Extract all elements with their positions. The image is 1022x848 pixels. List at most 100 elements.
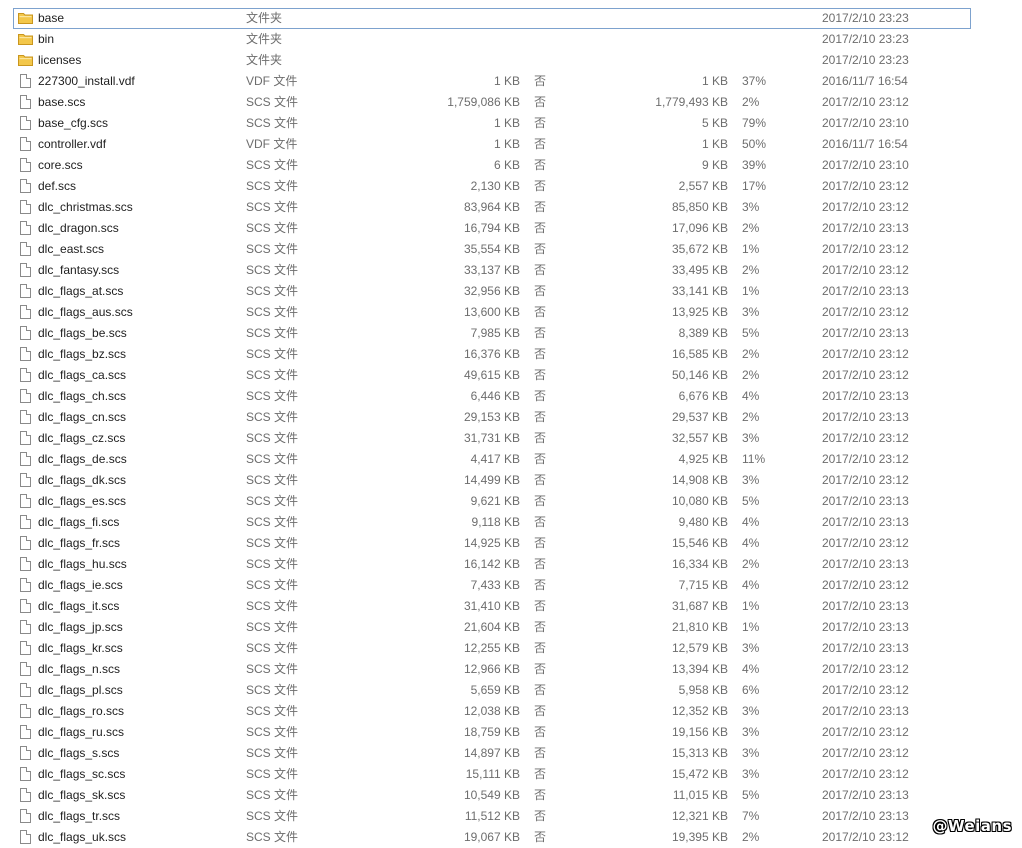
file-type: SCS 文件 bbox=[246, 473, 299, 487]
file-encrypted: 否 bbox=[534, 809, 547, 823]
file-row[interactable]: dlc_flags_fi.scs SCS 文件 9,118 KB 否 9,480… bbox=[0, 512, 1022, 533]
file-row[interactable]: base_cfg.scs SCS 文件 1 KB 否 5 KB 79% 2017… bbox=[0, 113, 1022, 134]
file-name: dlc_flags_be.scs bbox=[38, 326, 127, 340]
file-row[interactable]: dlc_flags_ie.scs SCS 文件 7,433 KB 否 7,715… bbox=[0, 575, 1022, 596]
file-row[interactable]: base 文件夹 2017/2/10 23:23 bbox=[13, 8, 971, 29]
file-row[interactable]: def.scs SCS 文件 2,130 KB 否 2,557 KB 17% 2… bbox=[0, 176, 1022, 197]
file-encrypted: 否 bbox=[534, 599, 547, 613]
file-ratio: 2% bbox=[742, 221, 760, 235]
file-size: 1 KB bbox=[493, 116, 520, 130]
file-packed-size: 8,389 KB bbox=[678, 326, 728, 340]
file-row[interactable]: licenses 文件夹 2017/2/10 23:23 bbox=[0, 50, 1022, 71]
file-icon bbox=[17, 659, 35, 680]
file-row[interactable]: dlc_flags_hu.scs SCS 文件 16,142 KB 否 16,3… bbox=[0, 554, 1022, 575]
file-ratio: 39% bbox=[742, 158, 767, 172]
file-size: 9,118 KB bbox=[471, 515, 520, 529]
document-shape bbox=[20, 662, 31, 676]
file-name: base_cfg.scs bbox=[38, 116, 109, 130]
file-row[interactable]: dlc_flags_dk.scs SCS 文件 14,499 KB 否 14,9… bbox=[0, 470, 1022, 491]
file-row[interactable]: dlc_flags_es.scs SCS 文件 9,621 KB 否 10,08… bbox=[0, 491, 1022, 512]
file-row[interactable]: dlc_flags_jp.scs SCS 文件 21,604 KB 否 21,8… bbox=[0, 617, 1022, 638]
file-row[interactable]: dlc_flags_sc.scs SCS 文件 15,111 KB 否 15,4… bbox=[0, 764, 1022, 785]
file-row[interactable]: dlc_flags_ru.scs SCS 文件 18,759 KB 否 19,1… bbox=[0, 722, 1022, 743]
file-row[interactable]: dlc_flags_ro.scs SCS 文件 12,038 KB 否 12,3… bbox=[0, 701, 1022, 722]
file-icon bbox=[17, 617, 35, 638]
file-encrypted: 否 bbox=[534, 410, 547, 424]
file-size: 7,433 KB bbox=[470, 578, 520, 592]
file-modified-date: 2017/2/10 23:12 bbox=[822, 767, 909, 781]
file-encrypted: 否 bbox=[534, 578, 547, 592]
file-row[interactable]: dlc_flags_bz.scs SCS 文件 16,376 KB 否 16,5… bbox=[0, 344, 1022, 365]
file-row[interactable]: core.scs SCS 文件 6 KB 否 9 KB 39% 2017/2/1… bbox=[0, 155, 1022, 176]
file-size: 49,615 KB bbox=[463, 368, 520, 382]
document-shape bbox=[20, 494, 31, 508]
file-row[interactable]: dlc_flags_pl.scs SCS 文件 5,659 KB 否 5,958… bbox=[0, 680, 1022, 701]
file-row[interactable]: dlc_flags_ch.scs SCS 文件 6,446 KB 否 6,676… bbox=[0, 386, 1022, 407]
file-packed-size: 15,313 KB bbox=[671, 746, 728, 760]
file-icon bbox=[17, 722, 35, 743]
file-row[interactable]: dlc_flags_be.scs SCS 文件 7,985 KB 否 8,389… bbox=[0, 323, 1022, 344]
file-type: SCS 文件 bbox=[246, 683, 299, 697]
file-ratio: 1% bbox=[742, 599, 760, 613]
file-ratio: 4% bbox=[742, 536, 760, 550]
file-modified-date: 2017/2/10 23:13 bbox=[822, 704, 909, 718]
file-row[interactable]: dlc_fantasy.scs SCS 文件 33,137 KB 否 33,49… bbox=[0, 260, 1022, 281]
file-row[interactable]: controller.vdf VDF 文件 1 KB 否 1 KB 50% 20… bbox=[0, 134, 1022, 155]
file-icon bbox=[17, 491, 35, 512]
folder-shape bbox=[18, 55, 33, 66]
file-encrypted: 否 bbox=[534, 200, 547, 214]
file-modified-date: 2017/2/10 23:23 bbox=[822, 11, 909, 25]
file-row[interactable]: dlc_east.scs SCS 文件 35,554 KB 否 35,672 K… bbox=[0, 239, 1022, 260]
file-row[interactable]: dlc_flags_kr.scs SCS 文件 12,255 KB 否 12,5… bbox=[0, 638, 1022, 659]
file-encrypted: 否 bbox=[534, 95, 547, 109]
file-icon bbox=[17, 239, 35, 260]
file-name: dlc_flags_cn.scs bbox=[38, 410, 127, 424]
file-row[interactable]: dlc_flags_s.scs SCS 文件 14,897 KB 否 15,31… bbox=[0, 743, 1022, 764]
file-row[interactable]: dlc_flags_at.scs SCS 文件 32,956 KB 否 33,1… bbox=[0, 281, 1022, 302]
file-row[interactable]: dlc_flags_it.scs SCS 文件 31,410 KB 否 31,6… bbox=[0, 596, 1022, 617]
file-row[interactable]: dlc_flags_de.scs SCS 文件 4,417 KB 否 4,925… bbox=[0, 449, 1022, 470]
file-type: SCS 文件 bbox=[246, 494, 299, 508]
file-icon bbox=[17, 176, 35, 197]
file-name: dlc_flags_de.scs bbox=[38, 452, 127, 466]
file-row[interactable]: dlc_flags_cn.scs SCS 文件 29,153 KB 否 29,5… bbox=[0, 407, 1022, 428]
file-packed-size: 10,080 KB bbox=[671, 494, 728, 508]
file-encrypted: 否 bbox=[534, 536, 547, 550]
file-row[interactable]: dlc_flags_tr.scs SCS 文件 11,512 KB 否 12,3… bbox=[0, 806, 1022, 827]
file-type: SCS 文件 bbox=[246, 599, 299, 613]
file-icon bbox=[17, 638, 35, 659]
file-encrypted: 否 bbox=[534, 494, 547, 508]
file-modified-date: 2016/11/7 16:54 bbox=[822, 137, 908, 151]
file-ratio: 1% bbox=[742, 620, 760, 634]
file-row[interactable]: dlc_flags_cz.scs SCS 文件 31,731 KB 否 32,5… bbox=[0, 428, 1022, 449]
file-modified-date: 2017/2/10 23:13 bbox=[822, 809, 909, 823]
file-packed-size: 16,585 KB bbox=[671, 347, 728, 361]
file-name: 227300_install.vdf bbox=[38, 74, 135, 88]
document-shape bbox=[20, 95, 31, 109]
file-row[interactable]: 227300_install.vdf VDF 文件 1 KB 否 1 KB 37… bbox=[0, 71, 1022, 92]
file-size: 14,499 KB bbox=[463, 473, 520, 487]
file-ratio: 3% bbox=[742, 725, 760, 739]
file-packed-size: 9,480 KB bbox=[678, 515, 728, 529]
file-row[interactable]: dlc_flags_aus.scs SCS 文件 13,600 KB 否 13,… bbox=[0, 302, 1022, 323]
file-packed-size: 21,810 KB bbox=[671, 620, 728, 634]
document-shape bbox=[20, 599, 31, 613]
file-row[interactable]: dlc_flags_n.scs SCS 文件 12,966 KB 否 13,39… bbox=[0, 659, 1022, 680]
file-row[interactable]: dlc_flags_ca.scs SCS 文件 49,615 KB 否 50,1… bbox=[0, 365, 1022, 386]
file-size bbox=[400, 8, 520, 29]
document-shape bbox=[20, 305, 31, 319]
file-row[interactable]: dlc_dragon.scs SCS 文件 16,794 KB 否 17,096… bbox=[0, 218, 1022, 239]
file-icon bbox=[17, 323, 35, 344]
file-encrypted: 否 bbox=[534, 683, 547, 697]
file-size: 1 KB bbox=[493, 74, 520, 88]
file-row[interactable]: bin 文件夹 2017/2/10 23:23 bbox=[0, 29, 1022, 50]
file-row[interactable]: dlc_flags_sk.scs SCS 文件 10,549 KB 否 11,0… bbox=[0, 785, 1022, 806]
file-row[interactable]: dlc_flags_fr.scs SCS 文件 14,925 KB 否 15,5… bbox=[0, 533, 1022, 554]
file-row[interactable]: base.scs SCS 文件 1,759,086 KB 否 1,779,493… bbox=[0, 92, 1022, 113]
file-size: 1,759,086 KB bbox=[447, 95, 520, 109]
file-size: 16,376 KB bbox=[463, 347, 520, 361]
file-row[interactable]: dlc_christmas.scs SCS 文件 83,964 KB 否 85,… bbox=[0, 197, 1022, 218]
file-modified-date: 2017/2/10 23:13 bbox=[822, 557, 909, 571]
file-size: 12,255 KB bbox=[463, 641, 520, 655]
file-packed-size: 4,925 KB bbox=[678, 452, 728, 466]
